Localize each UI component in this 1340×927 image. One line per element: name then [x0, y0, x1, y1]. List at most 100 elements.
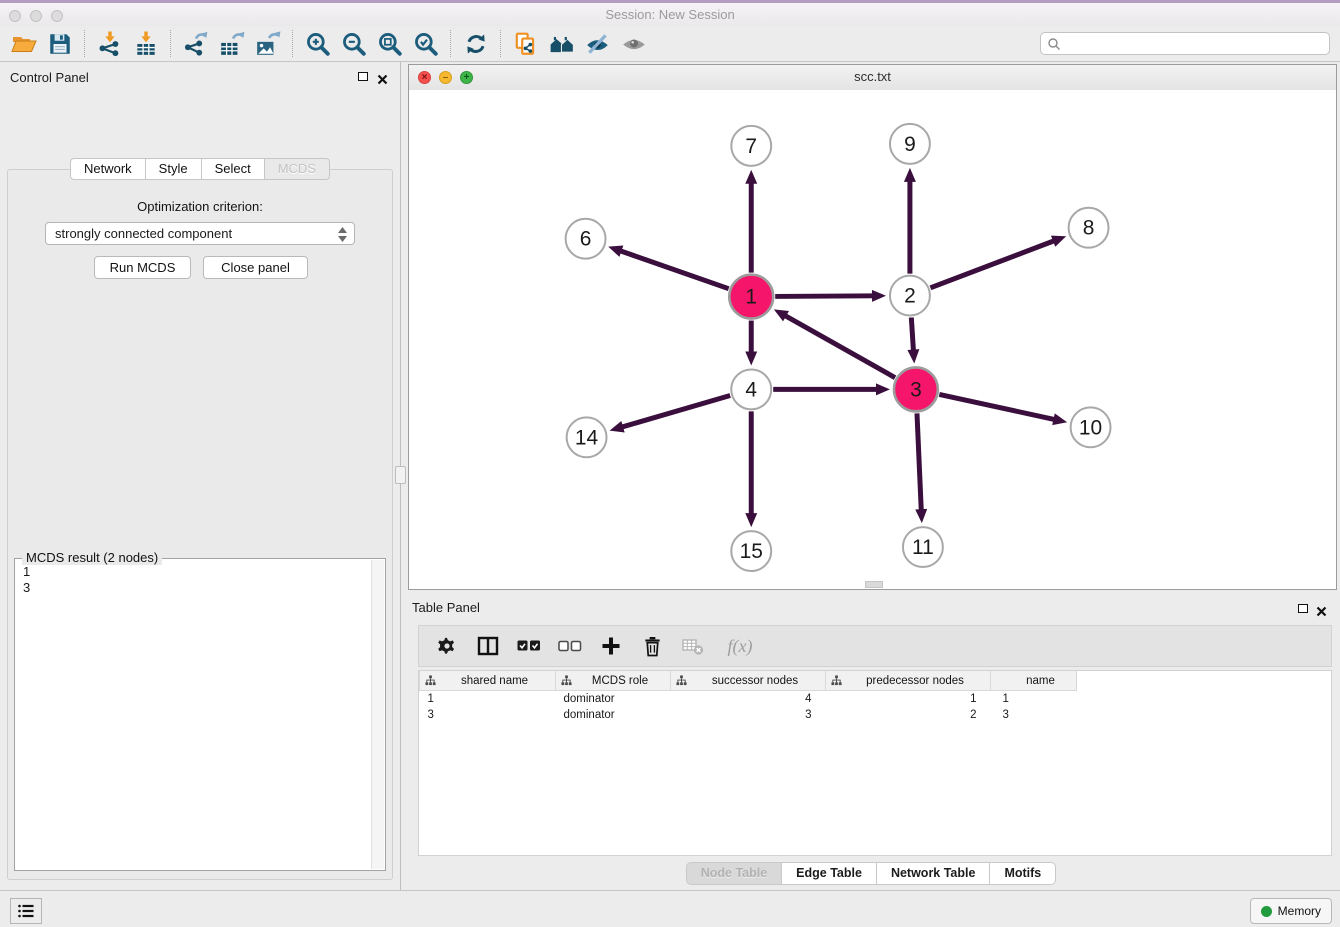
column-header-shared-name[interactable]: shared name — [420, 671, 556, 691]
delete-table-button[interactable] — [681, 634, 705, 658]
graph-node-7[interactable]: 7 — [731, 126, 771, 166]
export-network-icon — [183, 31, 209, 57]
memory-status-icon — [1261, 906, 1272, 917]
memory-label: Memory — [1278, 904, 1321, 918]
toggle-column-view-button[interactable] — [476, 634, 500, 658]
columns-icon — [477, 635, 499, 657]
node-table[interactable]: shared nameMCDS rolesuccessor nodesprede… — [418, 670, 1332, 856]
column-header-name[interactable]: name — [991, 671, 1077, 691]
tab-node-table[interactable]: Node Table — [686, 862, 782, 885]
column-type-icon — [831, 675, 842, 686]
graph-node-15[interactable]: 15 — [731, 531, 771, 571]
result-scrollbar[interactable] — [371, 560, 384, 869]
graph-edge-1-6[interactable] — [619, 250, 729, 288]
refresh-button[interactable] — [458, 28, 494, 60]
zoom-in-icon — [305, 31, 331, 57]
graph-edge-4-14[interactable] — [620, 396, 730, 428]
zoom-selected-button[interactable] — [408, 28, 444, 60]
unchecked-boxes-icon — [558, 639, 582, 653]
column-header-mcds-role[interactable]: MCDS role — [556, 671, 671, 691]
close-panel-icon[interactable] — [377, 72, 388, 83]
memory-button[interactable]: Memory — [1250, 898, 1332, 924]
graph-edge-2-8[interactable] — [930, 240, 1055, 288]
clone-network-button[interactable] — [508, 28, 544, 60]
tab-style[interactable]: Style — [146, 158, 202, 180]
trash-icon — [643, 636, 662, 657]
tab-mcds[interactable]: MCDS — [265, 158, 330, 180]
graph-node-3[interactable]: 3 — [894, 367, 938, 411]
toolbar-separator — [84, 30, 86, 57]
graph-edge-2-3[interactable] — [911, 317, 913, 352]
table-float-icon[interactable] — [1298, 604, 1308, 613]
graph-node-10[interactable]: 10 — [1071, 407, 1111, 447]
create-column-button[interactable] — [599, 634, 623, 658]
task-history-button[interactable] — [10, 898, 42, 924]
show-all-button[interactable] — [616, 28, 652, 60]
open-file-button[interactable] — [6, 28, 42, 60]
save-session-button[interactable] — [42, 28, 78, 60]
hide-selected-button[interactable] — [580, 28, 616, 60]
graph-edge-1-2[interactable] — [775, 296, 875, 297]
graph-node-label: 2 — [904, 285, 916, 308]
table-settings-button[interactable] — [435, 634, 459, 658]
tab-edge-table[interactable]: Edge Table — [782, 862, 877, 885]
table-row[interactable]: 1dominator411 — [420, 691, 1085, 708]
graph-edge-3-10[interactable] — [939, 394, 1056, 419]
graph-node-8[interactable]: 8 — [1069, 208, 1109, 248]
graph-node-6[interactable]: 6 — [566, 219, 606, 259]
export-image-button[interactable] — [250, 28, 286, 60]
graph-node-14[interactable]: 14 — [567, 417, 607, 457]
graph-edge-arrowhead — [915, 509, 927, 523]
deselect-all-rows-button[interactable] — [558, 634, 582, 658]
toolbar-separator — [170, 30, 172, 57]
graph-node-11[interactable]: 11 — [903, 527, 943, 567]
column-type-icon — [561, 675, 572, 686]
network-window-titlebar[interactable]: × – + scc.txt — [409, 65, 1336, 91]
graph-edge-3-11[interactable] — [917, 413, 921, 512]
delete-column-button[interactable] — [640, 634, 664, 658]
graph-node-label: 6 — [580, 228, 592, 251]
canvas-grip[interactable] — [865, 581, 883, 588]
table-close-icon[interactable] — [1316, 604, 1327, 615]
tab-network-table[interactable]: Network Table — [877, 862, 991, 885]
import-network-button[interactable] — [92, 28, 128, 60]
graph-node-label: 11 — [912, 536, 934, 559]
search-icon — [1047, 37, 1061, 51]
graph-node-1[interactable]: 1 — [729, 275, 773, 319]
float-panel-icon[interactable] — [358, 72, 368, 81]
graph-edge-3-1[interactable] — [783, 315, 895, 378]
export-table-button[interactable] — [214, 28, 250, 60]
network-canvas[interactable]: 7 9 6 8 1 2 4 3 14 10 15 11 — [409, 90, 1336, 589]
graph-node-2[interactable]: 2 — [890, 276, 930, 316]
table-toolbar: f(x) — [418, 625, 1332, 667]
zoom-in-button[interactable] — [300, 28, 336, 60]
graph-edge-arrowhead — [872, 290, 886, 302]
criterion-select[interactable]: strongly connected component — [45, 222, 355, 245]
graph-edge-arrowhead — [610, 421, 625, 432]
search-box[interactable] — [1040, 32, 1330, 55]
select-stepper-icon — [337, 226, 348, 246]
table-row[interactable]: 3dominator323 — [420, 707, 1085, 723]
panel-splitter-grip[interactable] — [395, 466, 406, 484]
search-input[interactable] — [1061, 36, 1329, 52]
tab-select[interactable]: Select — [202, 158, 265, 180]
tab-network[interactable]: Network — [70, 158, 146, 180]
task-list-icon — [17, 903, 35, 919]
graph-node-label: 8 — [1083, 217, 1095, 240]
home-neighbors-button[interactable] — [544, 28, 580, 60]
tab-motifs[interactable]: Motifs — [990, 862, 1056, 885]
graph-node-9[interactable]: 9 — [890, 124, 930, 164]
column-header-predecessor-nodes[interactable]: predecessor nodes — [826, 671, 991, 691]
close-panel-button[interactable]: Close panel — [203, 256, 308, 279]
function-builder-button[interactable]: f(x) — [722, 634, 758, 658]
zoom-out-icon — [341, 31, 367, 57]
select-all-rows-button[interactable] — [517, 634, 541, 658]
export-network-button[interactable] — [178, 28, 214, 60]
node-table-header-row: shared nameMCDS rolesuccessor nodesprede… — [420, 671, 1085, 691]
run-mcds-button[interactable]: Run MCDS — [94, 256, 191, 279]
column-header-successor-nodes[interactable]: successor nodes — [671, 671, 826, 691]
import-table-button[interactable] — [128, 28, 164, 60]
zoom-fit-button[interactable] — [372, 28, 408, 60]
zoom-out-button[interactable] — [336, 28, 372, 60]
graph-node-4[interactable]: 4 — [731, 369, 771, 409]
